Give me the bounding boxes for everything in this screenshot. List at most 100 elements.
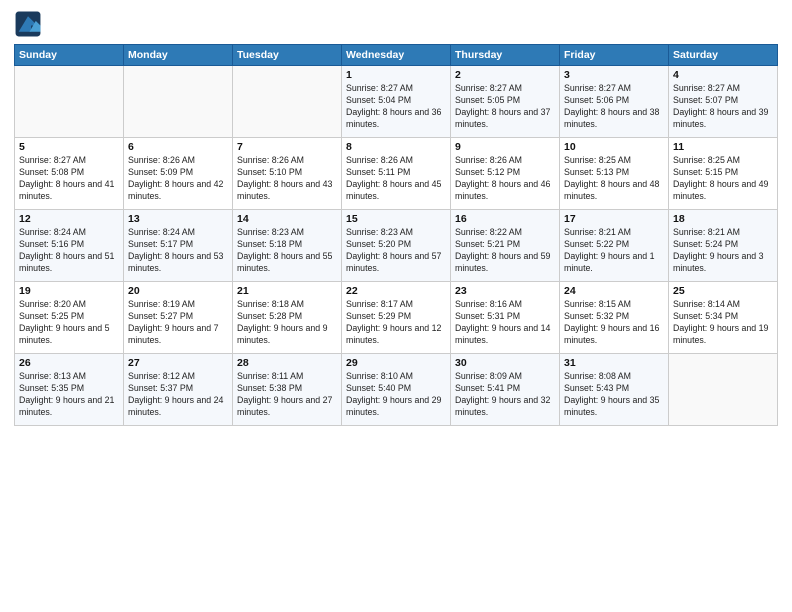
col-header-thursday: Thursday xyxy=(451,45,560,66)
col-header-tuesday: Tuesday xyxy=(233,45,342,66)
day-cell-18: 18 Sunrise: 8:21 AM Sunset: 5:24 PM Dayli… xyxy=(669,210,778,282)
day-info: Sunrise: 8:26 AM Sunset: 5:11 PM Dayligh… xyxy=(346,155,446,203)
day-info: Sunrise: 8:27 AM Sunset: 5:07 PM Dayligh… xyxy=(673,83,773,131)
week-row-3: 12Sunrise: 8:24 AM Sunset: 5:16 PM Dayli… xyxy=(15,210,778,282)
day-number: 28 xyxy=(237,357,337,369)
day-number: 26 xyxy=(19,357,119,369)
day-number: 21 xyxy=(237,285,337,297)
day-number: 7 xyxy=(237,141,337,153)
day-cell-17: 17 Sunrise: 8:21 AM Sunset: 5:22 PM Dayli… xyxy=(560,210,669,282)
day-info: Sunrise: 8:19 AM Sunset: 5:27 PM Dayligh… xyxy=(128,299,228,347)
empty-cell xyxy=(233,66,342,138)
day-info: Sunrise: 8:21 AM Sunset: 5:22 PM Dayligh… xyxy=(564,227,664,275)
day-number: 31 xyxy=(564,357,664,369)
day-cell-9: 9 Sunrise: 8:26 AM Sunset: 5:12 PM Daylig… xyxy=(451,138,560,210)
day-number: 11 xyxy=(673,141,773,153)
logo-icon xyxy=(14,10,42,38)
week-row-5: 26 Sunrise: 8:13 AM Sunset: 5:35 PM Dayli… xyxy=(15,354,778,426)
col-header-sunday: Sunday xyxy=(15,45,124,66)
day-info: Sunrise: 8:13 AM Sunset: 5:35 PM Dayligh… xyxy=(19,371,119,419)
column-headers: SundayMondayTuesdayWednesdayThursdayFrid… xyxy=(15,45,778,66)
day-cell-16: 16 Sunrise: 8:22 AM Sunset: 5:21 PM Dayli… xyxy=(451,210,560,282)
day-cell-24: 24 Sunrise: 8:15 AM Sunset: 5:32 PM Dayli… xyxy=(560,282,669,354)
col-header-saturday: Saturday xyxy=(669,45,778,66)
day-info: Sunrise: 8:25 AM Sunset: 5:15 PM Dayligh… xyxy=(673,155,773,203)
day-number: 17 xyxy=(564,213,664,225)
week-row-2: 5Sunrise: 8:27 AM Sunset: 5:08 PM Daylig… xyxy=(15,138,778,210)
day-number: 22 xyxy=(346,285,446,297)
col-header-wednesday: Wednesday xyxy=(342,45,451,66)
day-cell-31: 31 Sunrise: 8:08 AM Sunset: 5:43 PM Dayli… xyxy=(560,354,669,426)
col-header-friday: Friday xyxy=(560,45,669,66)
day-info: Sunrise: 8:26 AM Sunset: 5:10 PM Dayligh… xyxy=(237,155,337,203)
day-cell-25: 25 Sunrise: 8:14 AM Sunset: 5:34 PM Dayli… xyxy=(669,282,778,354)
day-number: 30 xyxy=(455,357,555,369)
day-number: 27 xyxy=(128,357,228,369)
day-info: Sunrise: 8:22 AM Sunset: 5:21 PM Dayligh… xyxy=(455,227,555,275)
day-info: Sunrise: 8:08 AM Sunset: 5:43 PM Dayligh… xyxy=(564,371,664,419)
day-number: 14 xyxy=(237,213,337,225)
day-cell-29: 29 Sunrise: 8:10 AM Sunset: 5:40 PM Dayli… xyxy=(342,354,451,426)
day-info: Sunrise: 8:17 AM Sunset: 5:29 PM Dayligh… xyxy=(346,299,446,347)
day-info: Sunrise: 8:11 AM Sunset: 5:38 PM Dayligh… xyxy=(237,371,337,419)
day-cell-5: 5Sunrise: 8:27 AM Sunset: 5:08 PM Daylig… xyxy=(15,138,124,210)
day-cell-26: 26 Sunrise: 8:13 AM Sunset: 5:35 PM Dayli… xyxy=(15,354,124,426)
day-cell-13: 13Sunrise: 8:24 AM Sunset: 5:17 PM Dayli… xyxy=(124,210,233,282)
day-number: 9 xyxy=(455,141,555,153)
day-number: 24 xyxy=(564,285,664,297)
day-info: Sunrise: 8:10 AM Sunset: 5:40 PM Dayligh… xyxy=(346,371,446,419)
day-cell-1: 1 Sunrise: 8:27 AM Sunset: 5:04 PM Daylig… xyxy=(342,66,451,138)
day-info: Sunrise: 8:15 AM Sunset: 5:32 PM Dayligh… xyxy=(564,299,664,347)
day-number: 19 xyxy=(19,285,119,297)
day-cell-27: 27 Sunrise: 8:12 AM Sunset: 5:37 PM Dayli… xyxy=(124,354,233,426)
day-number: 29 xyxy=(346,357,446,369)
day-cell-11: 11 Sunrise: 8:25 AM Sunset: 5:15 PM Dayli… xyxy=(669,138,778,210)
day-cell-21: 21 Sunrise: 8:18 AM Sunset: 5:28 PM Dayli… xyxy=(233,282,342,354)
day-cell-7: 7 Sunrise: 8:26 AM Sunset: 5:10 PM Daylig… xyxy=(233,138,342,210)
day-cell-19: 19 Sunrise: 8:20 AM Sunset: 5:25 PM Dayli… xyxy=(15,282,124,354)
day-info: Sunrise: 8:21 AM Sunset: 5:24 PM Dayligh… xyxy=(673,227,773,275)
day-info: Sunrise: 8:26 AM Sunset: 5:12 PM Dayligh… xyxy=(455,155,555,203)
week-row-1: 1 Sunrise: 8:27 AM Sunset: 5:04 PM Daylig… xyxy=(15,66,778,138)
day-cell-30: 30Sunrise: 8:09 AM Sunset: 5:41 PM Dayli… xyxy=(451,354,560,426)
page-header xyxy=(14,10,778,38)
day-info: Sunrise: 8:18 AM Sunset: 5:28 PM Dayligh… xyxy=(237,299,337,347)
day-number: 6 xyxy=(128,141,228,153)
day-number: 20 xyxy=(128,285,228,297)
logo xyxy=(14,10,46,38)
day-number: 18 xyxy=(673,213,773,225)
day-info: Sunrise: 8:14 AM Sunset: 5:34 PM Dayligh… xyxy=(673,299,773,347)
day-number: 3 xyxy=(564,69,664,81)
day-number: 2 xyxy=(455,69,555,81)
day-cell-4: 4 Sunrise: 8:27 AM Sunset: 5:07 PM Daylig… xyxy=(669,66,778,138)
day-info: Sunrise: 8:23 AM Sunset: 5:20 PM Dayligh… xyxy=(346,227,446,275)
col-header-monday: Monday xyxy=(124,45,233,66)
day-cell-8: 8Sunrise: 8:26 AM Sunset: 5:11 PM Daylig… xyxy=(342,138,451,210)
day-number: 16 xyxy=(455,213,555,225)
day-info: Sunrise: 8:12 AM Sunset: 5:37 PM Dayligh… xyxy=(128,371,228,419)
day-info: Sunrise: 8:27 AM Sunset: 5:04 PM Dayligh… xyxy=(346,83,446,131)
day-info: Sunrise: 8:26 AM Sunset: 5:09 PM Dayligh… xyxy=(128,155,228,203)
day-info: Sunrise: 8:23 AM Sunset: 5:18 PM Dayligh… xyxy=(237,227,337,275)
day-cell-20: 20 Sunrise: 8:19 AM Sunset: 5:27 PM Dayli… xyxy=(124,282,233,354)
day-cell-14: 14 Sunrise: 8:23 AM Sunset: 5:18 PM Dayli… xyxy=(233,210,342,282)
day-number: 10 xyxy=(564,141,664,153)
day-number: 15 xyxy=(346,213,446,225)
day-number: 4 xyxy=(673,69,773,81)
day-info: Sunrise: 8:16 AM Sunset: 5:31 PM Dayligh… xyxy=(455,299,555,347)
day-cell-10: 10 Sunrise: 8:25 AM Sunset: 5:13 PM Dayli… xyxy=(560,138,669,210)
day-info: Sunrise: 8:25 AM Sunset: 5:13 PM Dayligh… xyxy=(564,155,664,203)
day-number: 1 xyxy=(346,69,446,81)
empty-cell xyxy=(15,66,124,138)
day-cell-22: 22 Sunrise: 8:17 AM Sunset: 5:29 PM Dayli… xyxy=(342,282,451,354)
day-cell-12: 12Sunrise: 8:24 AM Sunset: 5:16 PM Dayli… xyxy=(15,210,124,282)
day-cell-2: 2Sunrise: 8:27 AM Sunset: 5:05 PM Daylig… xyxy=(451,66,560,138)
day-info: Sunrise: 8:24 AM Sunset: 5:17 PM Dayligh… xyxy=(128,227,228,275)
day-number: 25 xyxy=(673,285,773,297)
day-info: Sunrise: 8:20 AM Sunset: 5:25 PM Dayligh… xyxy=(19,299,119,347)
day-info: Sunrise: 8:27 AM Sunset: 5:06 PM Dayligh… xyxy=(564,83,664,131)
day-number: 23 xyxy=(455,285,555,297)
empty-cell xyxy=(669,354,778,426)
day-number: 12 xyxy=(19,213,119,225)
day-number: 5 xyxy=(19,141,119,153)
